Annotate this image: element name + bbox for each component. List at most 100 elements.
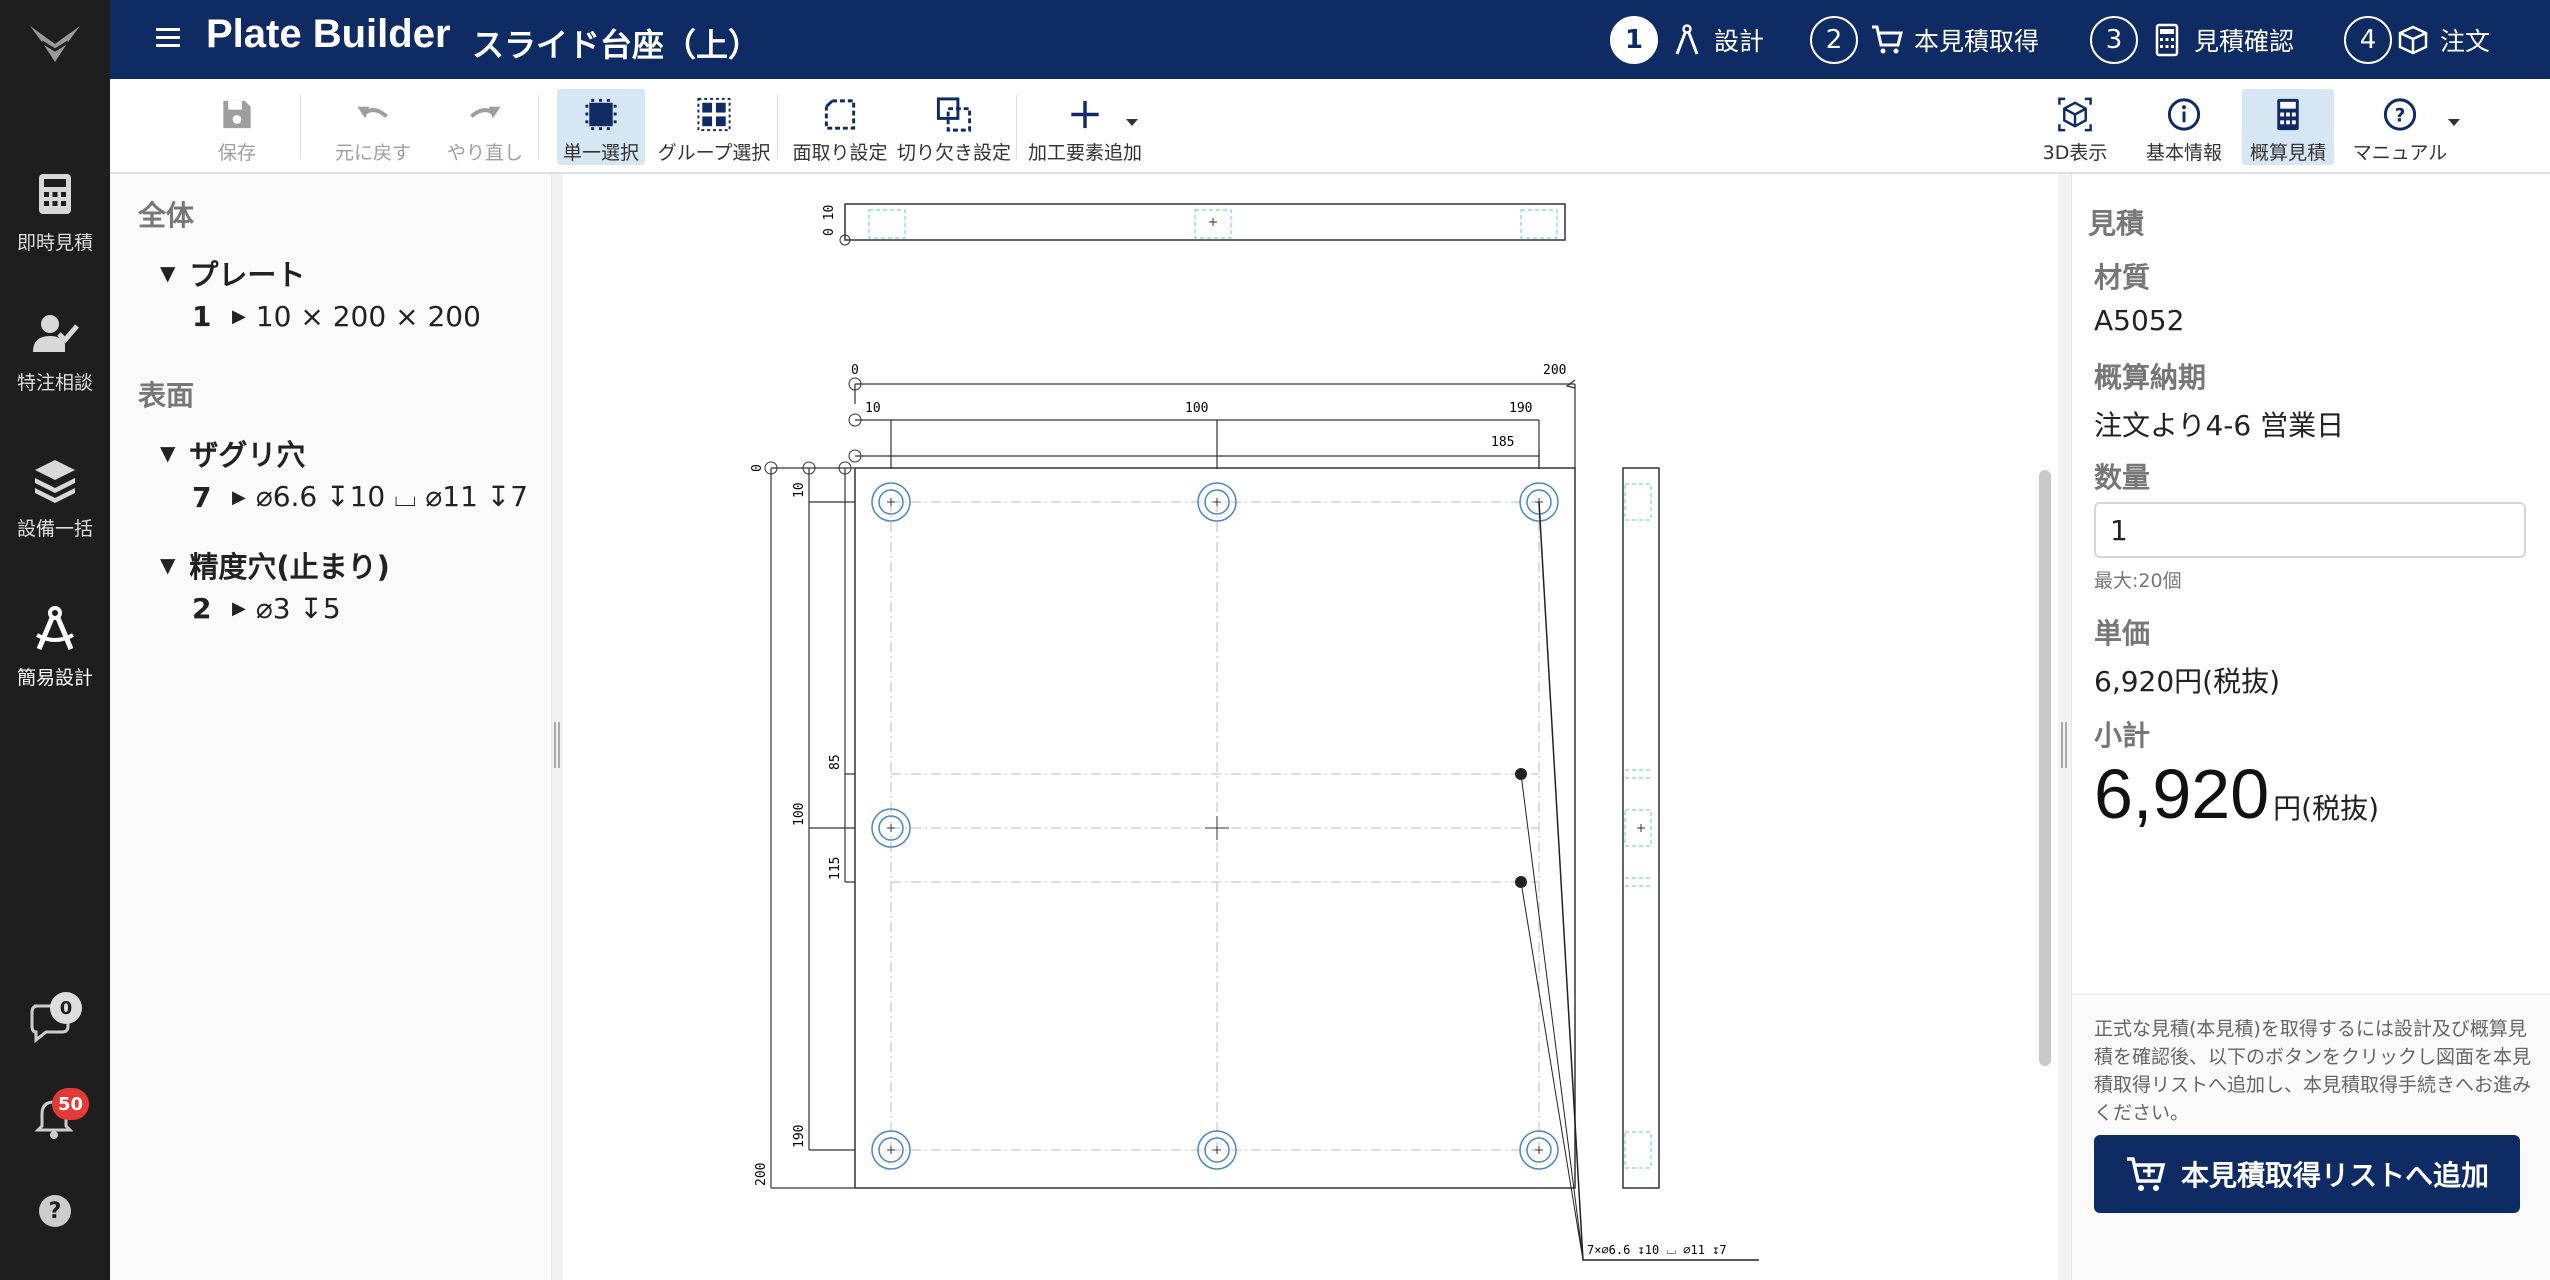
redo-button[interactable]: やり直し: [430, 89, 540, 165]
dim-label: 0: [851, 363, 859, 378]
tree-row-text: 10 × 200 × 200: [255, 300, 481, 333]
save-icon: [223, 100, 251, 129]
group-select-icon: [697, 97, 731, 132]
right-splitter[interactable]: [2058, 174, 2071, 1280]
add-to-formal-quote-list-button[interactable]: 本見積取得リストへ追加: [2094, 1135, 2520, 1213]
user-check-icon: [33, 315, 79, 352]
left-splitter[interactable]: [552, 174, 563, 1280]
tree-row-count: 7: [192, 480, 212, 514]
toolbar-label: 3D表示: [2042, 142, 2108, 164]
tree-section-overall: 全体: [138, 199, 195, 232]
rail-item-equipment-bulk[interactable]: 設備一括: [0, 456, 110, 576]
dim-label: 115: [828, 857, 843, 880]
counterbore-holes[interactable]: [871, 482, 1559, 1170]
undo-button[interactable]: 元に戻す: [318, 89, 428, 165]
splitter-grip[interactable]: [2061, 722, 2067, 768]
dim-label: 0: [750, 464, 765, 472]
splitter-grip[interactable]: [554, 722, 560, 768]
step-quote-confirm[interactable]: 3 見積確認: [2090, 15, 2294, 65]
dim-label: 185: [1491, 435, 1514, 450]
layers-icon: [35, 460, 75, 503]
step-label: 本見積取得: [1914, 27, 2040, 56]
rail-item-simple-design[interactable]: 簡易設計: [0, 605, 110, 725]
caret-right-icon: ▶: [232, 598, 246, 619]
quantity-input[interactable]: [2094, 502, 2526, 558]
save-button[interactable]: 保存: [202, 89, 272, 165]
chat-button[interactable]: 0: [28, 992, 82, 1050]
side-dim-label: 0 10: [822, 205, 837, 236]
step-number: 4: [2344, 16, 2392, 64]
tree-group-counterbore[interactable]: ▼ ザグリ穴: [160, 432, 305, 474]
tree-group-label: ザグリ穴: [189, 438, 306, 472]
chevron-down-icon[interactable]: [2448, 119, 2460, 126]
logo-icon[interactable]: [28, 22, 82, 66]
single-select-button[interactable]: 単一選択: [557, 89, 645, 165]
formal-quote-section: 正式な見積(本見積)を取得するには設計及び概算見積を確認後、以下のボタンをクリッ…: [2072, 994, 2550, 1280]
unit-price-value: 6,920円(税抜): [2094, 665, 2281, 698]
compass-icon: [1675, 24, 1699, 55]
subtotal-unit: 円(税抜): [2273, 792, 2380, 825]
caret-down-icon: ▼: [160, 261, 176, 285]
manual-button[interactable]: ? マニュアル: [2344, 89, 2456, 165]
canvas-scrollbar[interactable]: [2039, 470, 2051, 1066]
dim-label: 200: [1543, 363, 1566, 378]
rail-item-label: 即時見積: [16, 232, 93, 254]
quote-title: 見積: [2088, 207, 2145, 240]
dim-label: 100: [1185, 401, 1208, 416]
toolbar-label: マニュアル: [2352, 142, 2448, 164]
toolbar-label: 面取り設定: [792, 142, 888, 164]
quantity-hint: 最大:20個: [2094, 570, 2182, 592]
rail-item-label: 特注相談: [16, 372, 93, 394]
tree-group-plate[interactable]: ▼ プレート: [160, 252, 305, 294]
chamfer-settings-button[interactable]: 面取り設定: [790, 89, 890, 165]
rail-item-instant-quote[interactable]: 即時見積: [0, 170, 110, 290]
calculator-icon: [2277, 98, 2299, 131]
step-label: 設計: [1714, 27, 1765, 56]
dim-label: 100: [792, 803, 807, 826]
add-feature-button[interactable]: 加工要素追加: [1022, 89, 1148, 165]
cube-3d-icon: [2058, 97, 2092, 132]
formal-quote-note: 正式な見積(本見積)を取得するには設計及び概算見積を確認後、以下のボタンをクリッ…: [2094, 1018, 2532, 1124]
notch-settings-button[interactable]: 切り欠き設定: [894, 89, 1014, 165]
toolbar-label: 元に戻す: [334, 142, 411, 164]
tree-group-precision-hole[interactable]: ▼ 精度穴(止まり): [160, 544, 390, 586]
step-order[interactable]: 4 注文: [2344, 15, 2490, 65]
chamfer-icon: [824, 99, 856, 130]
tree-row-precision-hole[interactable]: 2 ▶ ⌀3 ↧5: [192, 592, 341, 625]
dim-label: 190: [792, 1125, 807, 1148]
plus-icon: [1071, 100, 1099, 129]
chevron-down-icon[interactable]: [1126, 119, 1138, 126]
notifications-button[interactable]: 50: [28, 1088, 90, 1144]
cart-icon: [1872, 25, 1903, 54]
feature-tree-panel: 全体 ▼ プレート 1 ▶ 10 × 200 × 200 表面 ▼ ザグリ穴 7…: [110, 174, 552, 1280]
document-title[interactable]: スライド台座（上）: [472, 20, 760, 66]
tree-row-counterbore[interactable]: 7 ▶ ⌀6.6 ↧10 ⌴ ⌀11 ↧7: [192, 480, 528, 514]
single-select-icon: [585, 98, 617, 131]
subtotal-amount: 6,920: [2094, 755, 2270, 833]
tree-row-plate-size[interactable]: 1 ▶ 10 × 200 × 200: [192, 300, 481, 333]
notification-count-badge: 50: [52, 1088, 90, 1120]
menu-icon[interactable]: [156, 26, 184, 50]
app-title: Plate Builder: [206, 12, 451, 56]
top-dimension-lines: [854, 379, 1576, 469]
tree-group-label: プレート: [189, 258, 306, 292]
side-view-hidden-holes: [1624, 483, 1652, 1169]
basic-info-button[interactable]: 基本情報: [2134, 89, 2234, 165]
step-design[interactable]: 1 設計: [1610, 15, 1764, 65]
rail-item-custom-consult[interactable]: 特注相談: [0, 310, 110, 430]
rough-estimate-button[interactable]: 概算見積: [2242, 89, 2334, 165]
unit-price-label: 単価: [2094, 617, 2151, 650]
help-icon: ?: [39, 1195, 71, 1227]
view-3d-button[interactable]: 3D表示: [2030, 89, 2120, 165]
step-formal-quote[interactable]: 2 本見積取得: [1810, 15, 2039, 65]
toolbar-label: 概算見積: [2249, 142, 2326, 164]
rail-item-label: 設備一括: [16, 518, 93, 540]
drawing-canvas[interactable]: 0 10 0 200 10 100 190 185 0 10 85 100 11…: [563, 174, 2058, 1280]
material-value: A5052: [2094, 304, 2185, 337]
center-lines: [890, 501, 1540, 1151]
quote-panel: 見積 材質 A5052 概算納期 注文より4-6 営業日 数量 最大:20個 単…: [2071, 174, 2550, 1280]
toolbar-label: 保存: [217, 142, 256, 164]
group-select-button[interactable]: グループ選択: [656, 89, 772, 165]
tree-row-text: ⌀3 ↧5: [255, 592, 341, 625]
help-button[interactable]: ?: [28, 1184, 82, 1238]
